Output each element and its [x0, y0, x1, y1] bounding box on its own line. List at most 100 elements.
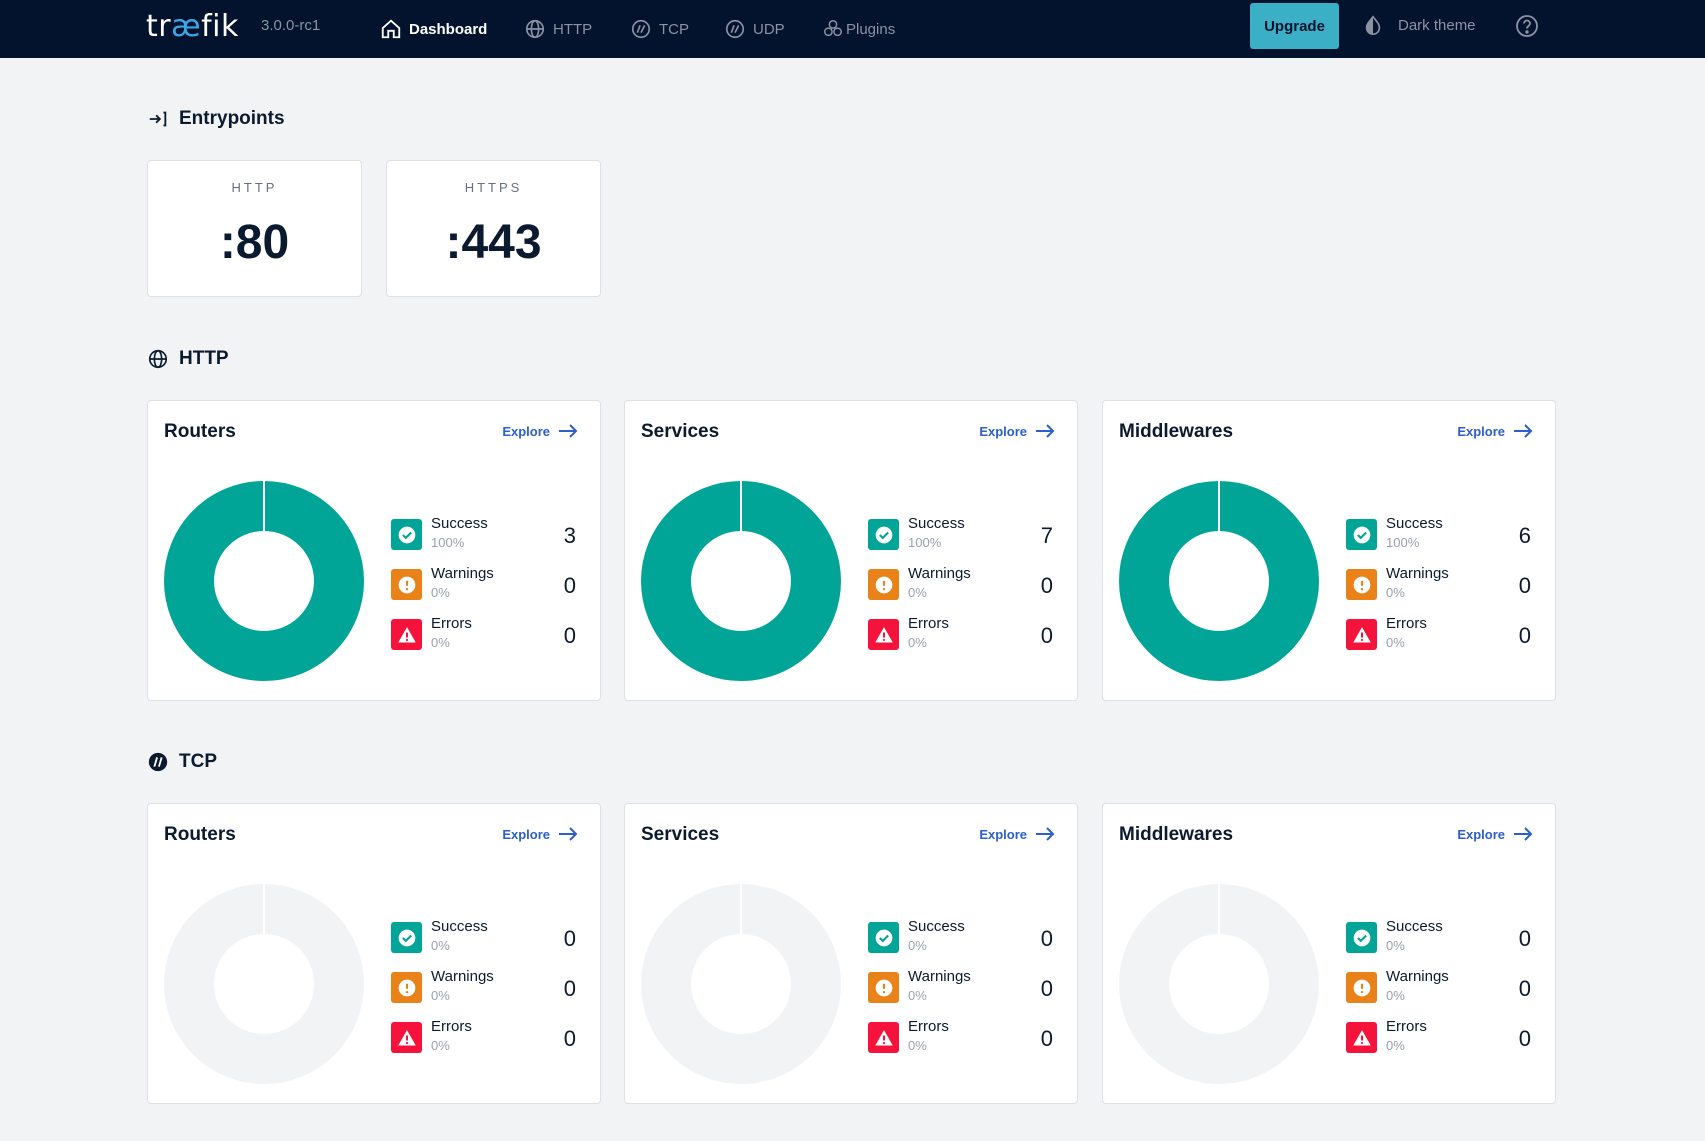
warning-badge — [391, 569, 422, 600]
arrow-right-icon — [1514, 424, 1533, 438]
legend-row-success: Success 0% 0 — [868, 917, 1053, 957]
tcp-icon — [631, 19, 651, 39]
explore-link[interactable]: Explore — [502, 423, 578, 439]
entrypoint-port: :80 — [219, 216, 290, 269]
legend-percentage: 0% — [908, 635, 927, 650]
tcp-services-card: Services Explore Success 0% 0 Warnings 0% 0 Erro… — [624, 803, 1078, 1104]
legend-percentage: 0% — [431, 585, 450, 600]
card-title: Services — [641, 824, 720, 845]
legend-count: 0 — [1040, 1026, 1053, 1051]
entrypoint-card-http[interactable]: HTTP :80 — [147, 160, 362, 297]
legend-count: 0 — [563, 623, 576, 648]
legend-percentage: 0% — [1386, 585, 1405, 600]
legend-row-warnings: Warnings 0% 0 — [391, 967, 576, 1007]
error-triangle-icon — [397, 1029, 416, 1045]
explore-link[interactable]: Explore — [1457, 826, 1533, 842]
nav-tcp-label: TCP — [659, 20, 689, 38]
question-icon[interactable] — [1515, 14, 1539, 38]
legend-count: 0 — [1518, 1026, 1531, 1051]
explore-label: Explore — [979, 826, 1027, 842]
entrypoint-card-https[interactable]: HTTPS :443 — [386, 160, 601, 297]
legend-percentage: 100% — [908, 535, 942, 550]
legend-count: 0 — [1518, 573, 1531, 598]
upgrade-button[interactable]: Upgrade — [1250, 3, 1339, 49]
error-triangle-icon — [874, 626, 893, 642]
legend-row-warnings: Warnings 0% 0 — [868, 564, 1053, 604]
warning-badge — [391, 972, 422, 1003]
legend-row-warnings: Warnings 0% 0 — [391, 564, 576, 604]
warning-circle-icon — [398, 979, 415, 996]
home-icon — [381, 19, 401, 39]
entrypoint-name: HTTP — [231, 180, 278, 195]
success-badge — [868, 922, 899, 953]
nav-tcp[interactable]: TCP — [630, 14, 689, 44]
legend-label: Success — [908, 515, 965, 532]
arrow-right-icon — [559, 424, 578, 438]
explore-label: Explore — [502, 826, 550, 842]
legend-count: 3 — [563, 523, 576, 548]
explore-link[interactable]: Explore — [979, 826, 1055, 842]
nav-dashboard[interactable]: Dashboard — [380, 14, 487, 44]
legend-row-errors: Errors 0% 0 — [1346, 1017, 1531, 1057]
card-title: Routers — [164, 824, 236, 845]
legend-row-errors: Errors 0% 0 — [1346, 614, 1531, 654]
warning-circle-icon — [875, 979, 892, 996]
dark-theme-toggle[interactable]: Dark theme — [1362, 14, 1476, 36]
explore-label: Explore — [979, 423, 1027, 439]
error-triangle-icon — [874, 1029, 893, 1045]
check-circle-icon — [398, 526, 415, 543]
http-routers-card: Routers Explore Success 100% 3 Warnings 0% 0 Err… — [147, 400, 601, 701]
error-badge — [1346, 1022, 1377, 1053]
tcp-heading: TCP — [147, 751, 217, 773]
http-middlewares-card: Middlewares Explore Success 100% 6 Warnings 0%… — [1102, 400, 1556, 701]
explore-link[interactable]: Explore — [502, 826, 578, 842]
explore-label: Explore — [502, 423, 550, 439]
legend-percentage: 0% — [431, 635, 450, 650]
entrypoint-port: :443 — [445, 216, 542, 269]
legend-label: Errors — [431, 1018, 472, 1035]
error-badge — [1346, 619, 1377, 650]
legend-count: 0 — [1040, 573, 1053, 598]
arrow-right-icon — [559, 827, 578, 841]
nav-plugins[interactable]: Plugins — [822, 14, 895, 44]
legend-count: 0 — [1518, 976, 1531, 1001]
legend-label: Success — [431, 918, 488, 935]
traefik-logo[interactable]: træfik — [146, 9, 239, 44]
legend-percentage: 0% — [1386, 938, 1405, 953]
status-donut-chart — [1119, 884, 1319, 1084]
nav-udp[interactable]: UDP — [724, 14, 785, 44]
legend-label: Warnings — [908, 968, 971, 985]
check-circle-icon — [1353, 929, 1370, 946]
legend-percentage: 0% — [1386, 1038, 1405, 1053]
legend-label: Errors — [908, 1018, 949, 1035]
legend-percentage: 0% — [431, 938, 450, 953]
warning-circle-icon — [398, 576, 415, 593]
legend-label: Warnings — [431, 968, 494, 985]
card-title: Services — [641, 421, 720, 442]
legend-count: 0 — [1040, 976, 1053, 1001]
error-badge — [868, 1022, 899, 1053]
arrow-right-icon — [1036, 424, 1055, 438]
http-title: HTTP — [179, 348, 229, 369]
legend-percentage: 0% — [908, 938, 927, 953]
nav-udp-label: UDP — [753, 20, 785, 38]
entrypoint-name: HTTPS — [464, 180, 523, 195]
top-navbar: træfik 3.0.0-rc1 Dashboard HTTP TCP UDP … — [0, 0, 1705, 58]
explore-link[interactable]: Explore — [1457, 423, 1533, 439]
error-triangle-icon — [1352, 626, 1371, 642]
legend-row-success: Success 100% 6 — [1346, 514, 1531, 554]
legend-percentage: 0% — [431, 1038, 450, 1053]
tcp-title: TCP — [179, 751, 217, 772]
nav-http[interactable]: HTTP — [524, 14, 592, 44]
legend-percentage: 100% — [1386, 535, 1420, 550]
warning-badge — [1346, 972, 1377, 1003]
entrypoints-heading: Entrypoints — [147, 108, 285, 130]
check-circle-icon — [875, 929, 892, 946]
warning-circle-icon — [1353, 576, 1370, 593]
legend-label: Success — [1386, 918, 1443, 935]
error-badge — [391, 619, 422, 650]
legend-count: 6 — [1518, 523, 1531, 548]
status-donut-chart — [164, 884, 364, 1084]
explore-link[interactable]: Explore — [979, 423, 1055, 439]
check-circle-icon — [1353, 526, 1370, 543]
